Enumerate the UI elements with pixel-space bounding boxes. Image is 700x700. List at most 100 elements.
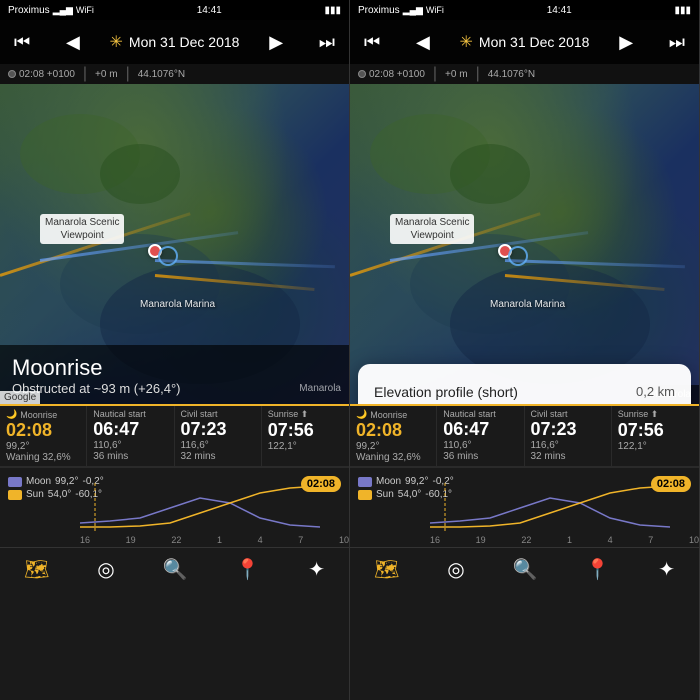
moon-deg-right: 99,2° <box>405 476 428 487</box>
data-table-right: 🌙 Moonrise 02:08 99,2° Waning 32,6% Naut… <box>350 404 699 467</box>
prev-btn-left[interactable]: ◀ <box>60 28 86 57</box>
sun-icon-right: ✳ <box>460 32 473 52</box>
cell-nautical-left: Nautical start 06:47 110,6° 36 mins <box>87 406 174 466</box>
cell-moonrise-right: 🌙 Moonrise 02:08 99,2° Waning 32,6% <box>350 406 437 466</box>
nav-pin-left[interactable]: 📍 <box>227 553 268 586</box>
time-left: 14:41 <box>197 5 222 16</box>
elev-info-left: +0 m <box>95 69 118 80</box>
nautical-time-right: 06:47 <box>443 419 517 440</box>
next-btn-right[interactable]: ▶ <box>613 28 639 57</box>
elev-label-0: Elevation profile (short) <box>374 384 518 400</box>
nautical-time-left: 06:47 <box>93 419 167 440</box>
status-right-left: ▮▮▮ <box>324 5 341 16</box>
nav-compass-left[interactable]: ◎ <box>89 553 122 586</box>
status-left-right: Proximus ▂▄▆ WiFi <box>358 5 444 16</box>
map-satellite-left: Manarola Scenic Viewpoint Manarola Marin… <box>0 84 349 404</box>
moon-legend-label-left: Moon <box>26 476 51 487</box>
cell-header-nautical-right: Nautical start <box>443 409 517 419</box>
pin-dot-container-right <box>498 244 512 258</box>
cell-sunrise-right: Sunrise ⬆ 07:56 122,1° <box>612 406 699 466</box>
sep1-right: | <box>433 65 437 83</box>
status-left: Proximus ▂▄▆ WiFi <box>8 5 94 16</box>
chart-label-3-left: 1 <box>217 535 222 545</box>
nav-star-right[interactable]: ✦ <box>650 553 683 586</box>
chart-label-2-right: 22 <box>521 535 531 545</box>
map-area-right[interactable]: Manarola Scenic Viewpoint Manarola Marin… <box>350 84 699 404</box>
prev-track-btn-right[interactable]: ⏮ <box>358 28 386 57</box>
chart-label-0-right: 16 <box>430 535 440 545</box>
lat-info-left: 44.1076°N <box>138 69 185 80</box>
location-pin-left: Manarola Scenic Viewpoint <box>40 214 124 244</box>
chart-svg-right <box>430 483 670 531</box>
status-bar-left: Proximus ▂▄▆ WiFi 14:41 ▮▮▮ <box>0 0 349 20</box>
google-label-left: Google <box>0 391 40 404</box>
bottom-nav-right: 🗺 ◎ 🔍 📍 ✦ <box>350 547 699 591</box>
wifi-left: WiFi <box>76 5 94 15</box>
nav-compass-right[interactable]: ◎ <box>439 553 472 586</box>
next-track-btn-left[interactable]: ⏭ <box>313 28 341 57</box>
bottom-nav-left: 🗺 ◎ 🔍 📍 ✦ <box>0 547 349 591</box>
moon-legend-label-right: Moon <box>376 476 401 487</box>
next-btn-left[interactable]: ▶ <box>263 28 289 57</box>
elevation-popup[interactable]: Elevation profile (short) 0,2 km Elevati… <box>358 364 691 404</box>
toolbar-center-right: ✳ Mon 31 Dec 2018 <box>460 32 590 52</box>
sun-legend-label-left: Sun <box>26 489 44 500</box>
chart-svg-left <box>80 483 320 531</box>
time-info-right: 02:08 +0100 <box>358 69 425 80</box>
compass-ring-left <box>158 246 178 266</box>
terrain-2-right <box>450 144 530 204</box>
info-bar-right: 02:08 +0100 | +0 m | 44.1076°N <box>350 64 699 84</box>
cell-header-civil-left: Civil start <box>181 409 255 419</box>
nav-map-left[interactable]: 🗺 <box>16 553 57 586</box>
moonrise-time-right: 02:08 <box>356 420 430 441</box>
moonrise-title-left: Moonrise <box>12 355 337 381</box>
lat-info-right: 44.1076°N <box>488 69 535 80</box>
civil-mins-left: 32 mins <box>181 451 255 462</box>
toolbar-center-left: ✳ Mon 31 Dec 2018 <box>110 32 240 52</box>
location-pin-right: Manarola Scenic Viewpoint <box>390 214 474 244</box>
prev-track-btn-left[interactable]: ⏮ <box>8 28 36 57</box>
chart-labels-left: 16 19 22 1 4 7 10 <box>80 535 349 545</box>
nav-map-right[interactable]: 🗺 <box>366 553 407 586</box>
moon-color-left <box>8 477 22 487</box>
chart-label-5-right: 7 <box>648 535 653 545</box>
cell-header-civil-right: Civil start <box>531 409 605 419</box>
cell-header-moonrise-left: 🌙 Moonrise <box>6 409 80 420</box>
time-value-right: 02:08 +0100 <box>369 69 425 80</box>
next-track-btn-right[interactable]: ⏭ <box>663 28 691 57</box>
civil-time-left: 07:23 <box>181 419 255 440</box>
moon-deg-left: 99,2° <box>55 476 78 487</box>
info-bar-left: 02:08 +0100 | +0 m | 44.1076°N <box>0 64 349 84</box>
status-right-right: ▮▮▮ <box>674 5 691 16</box>
cell-sunrise-left: Sunrise ⬆ 07:56 122,1° <box>262 406 349 466</box>
sep2-left: | <box>126 65 130 83</box>
map-satellite-right: Manarola Scenic Viewpoint Manarola Marin… <box>350 84 699 404</box>
marina-label-right: Manarola Marina <box>490 299 565 310</box>
time-dot-right <box>358 70 366 78</box>
prev-btn-right[interactable]: ◀ <box>410 28 436 57</box>
nav-star-left[interactable]: ✦ <box>300 553 333 586</box>
nautical-mins-right: 36 mins <box>443 451 517 462</box>
cell-civil-left: Civil start 07:23 116,6° 32 mins <box>175 406 262 466</box>
nautical-mins-left: 36 mins <box>93 451 167 462</box>
time-info-left: 02:08 +0100 <box>8 69 75 80</box>
nav-search-left[interactable]: 🔍 <box>155 553 196 586</box>
elev-row-0[interactable]: Elevation profile (short) 0,2 km <box>374 376 675 404</box>
sunrise-deg-right: 122,1° <box>618 441 693 452</box>
cell-nautical-right: Nautical start 06:47 110,6° 36 mins <box>437 406 524 466</box>
nav-search-right[interactable]: 🔍 <box>505 553 546 586</box>
cell-moonrise-left: 🌙 Moonrise 02:08 99,2° Waning 32,6% <box>0 406 87 466</box>
pin-label-left: Manarola Scenic Viewpoint <box>40 214 124 244</box>
map-area-left[interactable]: Manarola Scenic Viewpoint Manarola Marin… <box>0 84 349 404</box>
marina-label-left: Manarola Marina <box>140 299 215 310</box>
moon-color-right <box>358 477 372 487</box>
chart-labels-right: 16 19 22 1 4 7 10 <box>430 535 699 545</box>
moonrise-label-right: Moonrise <box>370 410 407 420</box>
chart-label-1-right: 19 <box>476 535 486 545</box>
time-value-left: 02:08 +0100 <box>19 69 75 80</box>
nav-pin-right[interactable]: 📍 <box>577 553 618 586</box>
civil-deg-left: 116,6° <box>181 440 255 451</box>
data-table-left: 🌙 Moonrise 02:08 99,2° Waning 32,6% Naut… <box>0 404 349 467</box>
sunrise-time-left: 07:56 <box>268 420 343 441</box>
sunrise-deg-left: 122,1° <box>268 441 343 452</box>
